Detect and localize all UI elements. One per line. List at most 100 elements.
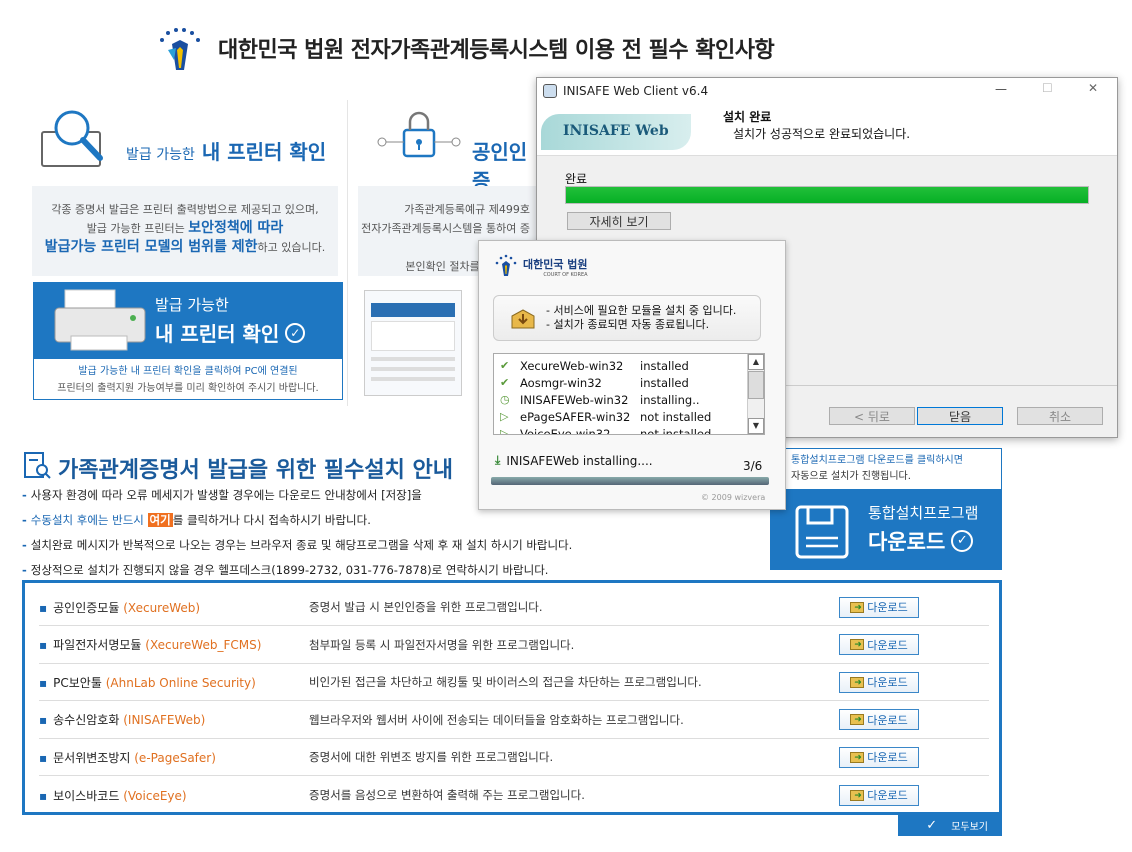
installer-box-icon	[510, 306, 536, 334]
inisafe-banner: INISAFE Web	[541, 114, 691, 150]
page-title: 대한민국 법원 전자가족관계등록시스템 이용 전 필수 확인사항	[218, 38, 775, 63]
minimize-icon[interactable]: —	[995, 82, 1007, 96]
close-button[interactable]: 닫음	[917, 407, 1003, 425]
module-list-item: ✔ Aosmgr-win32 installed	[500, 375, 689, 390]
notice-4: - 정상적으로 설치가 진행되지 않을 경우 헬프데스크(1899-2732, …	[22, 563, 549, 577]
integrated-small-text: 통합설치프로그램	[868, 504, 979, 522]
table-row: ▪ 공인인증모듈 (XecureWeb) 증명서 발급 시 본인인증을 위한 프로그…	[39, 589, 989, 626]
check-circle-icon: ✓	[285, 322, 306, 343]
scroll-thumb[interactable]	[748, 371, 764, 399]
back-button[interactable]: < 뒤로	[829, 407, 915, 425]
download-folder-icon: ➜	[850, 639, 865, 650]
download-button[interactable]: ➜ 다운로드	[839, 671, 919, 693]
clock-icon: ◷	[500, 393, 510, 406]
printer-search-icon	[40, 106, 110, 172]
view-all-button[interactable]: ✓ 모두보기	[898, 814, 1002, 836]
printer-card-title: 발급 가능한 내 프린터 확인	[126, 140, 327, 164]
module-desc: 웹브라우저와 웹서버 사이에 전송되는 데이터들을 암호화하는 프로그램입니다.	[309, 712, 684, 727]
module-table: ▪ 공인인증모듈 (XecureWeb) 증명서 발급 시 본인인증을 위한 프로그…	[22, 580, 1002, 815]
table-row: ▪ 보이스바코드 (VoiceEye) 증명서를 음성으로 변환하여 출력해 주는 …	[39, 777, 989, 814]
page-header: 대한민국 법원 전자가족관계등록시스템 이용 전 필수 확인사항	[150, 18, 910, 78]
table-row: ▪ PC보안툴 (AhnLab Online Security) 비인가된 접근을 …	[39, 664, 989, 701]
integrated-note: 통합설치프로그램 다운로드를 클릭하시면 자동으로 설치가 진행됩니다.	[770, 448, 1002, 490]
inisafe-header: INISAFE Web 설치 완료 설치가 성공적으로 완료되었습니다.	[537, 104, 1117, 156]
court-install-dialog: 대한민국 법원 COURT OF KOREA - 서비스에 필요한 모듈을 설치…	[478, 240, 786, 510]
printer-icon	[53, 288, 153, 354]
court-footer: © 2009 wizvera	[701, 493, 766, 502]
table-row: ▪ 파일전자서명모듈 (XecureWeb_FCMS) 첨부파일 등록 시 파일전자…	[39, 627, 989, 664]
court-logo-icon	[493, 253, 519, 281]
details-button[interactable]: 자세히 보기	[567, 212, 671, 230]
check-icon: ✔	[500, 359, 510, 372]
install-progress-bar	[491, 477, 769, 485]
module-list-item: ▷ VoiceEye-win32 not installed	[500, 425, 764, 435]
cancel-button[interactable]: 취소	[1017, 407, 1103, 425]
scrollbar[interactable]: ▲ ▼	[747, 354, 764, 434]
progress-fill	[566, 187, 1088, 203]
table-row: ▪ 문서위변조방지 (e-PageSafer) 증명서에 대한 위변조 방지를 위한…	[39, 739, 989, 776]
court-logo	[150, 20, 212, 76]
module-desc: 증명서 발급 시 본인인증을 위한 프로그램입니다.	[309, 600, 543, 614]
download-folder-icon: ➜	[850, 676, 865, 688]
download-button[interactable]: ➜ 다운로드	[839, 596, 919, 618]
download-folder-icon: ➜	[850, 714, 865, 725]
notice-2: - 수동설치 후에는 반드시 여기 를 클릭하거나 다시 접속하시기 바랍니다.	[22, 513, 371, 527]
download-button[interactable]: ➜ 다운로드	[839, 746, 919, 768]
court-message: - 서비스에 필요한 모듈을 설치 중 입니다. - 설치가 종료되면 자동 종…	[493, 295, 761, 341]
inisafe-titlebar: INISAFE Web Client v6.4 — ☐ ✕	[537, 78, 1117, 104]
scroll-up-arrow-icon[interactable]: ▲	[748, 354, 764, 370]
printer-check-button[interactable]: 발급 가능한 내 프린터 확인 ✓	[33, 282, 343, 358]
download-button[interactable]: ➜ 다운로드	[839, 709, 919, 730]
download-folder-icon: ➜	[850, 789, 865, 801]
module-desc: 증명서를 음성으로 변환하여 출력해 주는 프로그램입니다.	[309, 788, 585, 802]
module-name: ▪ 공인인증모듈 (XecureWeb)	[39, 600, 201, 615]
banner-small-text: 발급 가능한	[155, 296, 229, 314]
module-name: ▪ 문서위변조방지 (e-PageSafer)	[39, 750, 216, 765]
download-button[interactable]: ➜ 다운로드	[839, 784, 919, 806]
download-button[interactable]: ➜ 다운로드	[839, 634, 919, 655]
document-search-icon	[22, 450, 52, 486]
table-row: ▪ 송수신암호화 (INISAFEWeb) 웹브라우저와 웹서버 사이에 전송되는 …	[39, 702, 989, 739]
play-icon: ▷	[500, 410, 509, 423]
window-title: INISAFE Web Client v6.4	[563, 84, 709, 98]
printer-note: 발급 가능한 내 프린터 확인을 클릭하여 PC에 연결된 프린터의 출력지원 …	[33, 358, 343, 400]
play-icon: ▷	[500, 427, 509, 435]
module-name: ▪ 보이스바코드 (VoiceEye)	[39, 788, 187, 803]
progress-bar	[565, 186, 1089, 204]
installing-status: ⤓ INISAFEWeb installing....	[495, 453, 653, 468]
check-circle-icon: ✓	[951, 530, 974, 552]
install-section-title: 가족관계증명서 발급을 위한 필수설치 안내	[22, 450, 453, 486]
court-brand: 대한민국 법원 COURT OF KOREA	[493, 253, 588, 281]
integrated-big-text: 다운로드 ✓	[868, 526, 974, 556]
notice-3: - 설치완료 메시지가 반복적으로 나오는 경우는 브라우저 종료 및 해당프로…	[22, 538, 573, 552]
lock-icon	[372, 104, 468, 174]
module-name: ▪ 송수신암호화 (INISAFEWeb)	[39, 713, 206, 727]
here-link[interactable]: 여기	[147, 513, 173, 527]
download-folder-icon: ➜	[850, 601, 865, 613]
maximize-icon[interactable]: ☐	[1042, 81, 1053, 95]
check-icon: ✓	[926, 817, 938, 833]
module-name: ▪ PC보안툴 (AhnLab Online Security)	[39, 675, 256, 690]
module-list-item: ✔ XecureWeb-win32 installed	[500, 358, 689, 373]
cert-screenshot-thumbnail	[364, 290, 462, 396]
module-list-item: ▷ ePageSAFER-win32 not installed	[500, 409, 712, 424]
progress-label: 완료	[565, 172, 588, 186]
status-desc: 설치가 성공적으로 완료되었습니다.	[733, 127, 911, 141]
status-title: 설치 완료	[723, 110, 772, 124]
scroll-down-arrow-icon[interactable]: ▼	[748, 418, 764, 434]
floppy-icon	[794, 504, 850, 560]
module-desc: 첨부파일 등록 시 파일전자서명을 위한 프로그램입니다.	[309, 637, 575, 652]
notice-1: - 사용자 환경에 따라 오류 메세지가 발생할 경우에는 다운로드 안내창에서…	[22, 488, 422, 502]
printer-card-desc: 각종 증명서 발급은 프린터 출력방법으로 제공되고 있으며, 발급 가능한 프…	[32, 186, 338, 276]
app-icon	[543, 84, 557, 98]
integrated-download-button[interactable]: 통합설치프로그램 다운로드 ✓	[770, 490, 1002, 570]
install-step: 3/6	[743, 459, 763, 473]
check-icon: ✔	[500, 376, 510, 389]
download-arrow-icon: ⤓	[495, 453, 501, 467]
integrated-install-box: 통합설치프로그램 다운로드를 클릭하시면 자동으로 설치가 진행됩니다. 통합설…	[770, 448, 1002, 570]
download-folder-icon: ➜	[850, 751, 865, 763]
module-list-item: ◷ INISAFEWeb-win32 installing..	[500, 392, 700, 407]
close-icon[interactable]: ✕	[1088, 81, 1098, 95]
module-name: ▪ 파일전자서명모듈 (XecureWeb_FCMS)	[39, 638, 262, 652]
module-list[interactable]: ✔ XecureWeb-win32 installed ✔ Aosmgr-win32 in…	[493, 353, 765, 435]
